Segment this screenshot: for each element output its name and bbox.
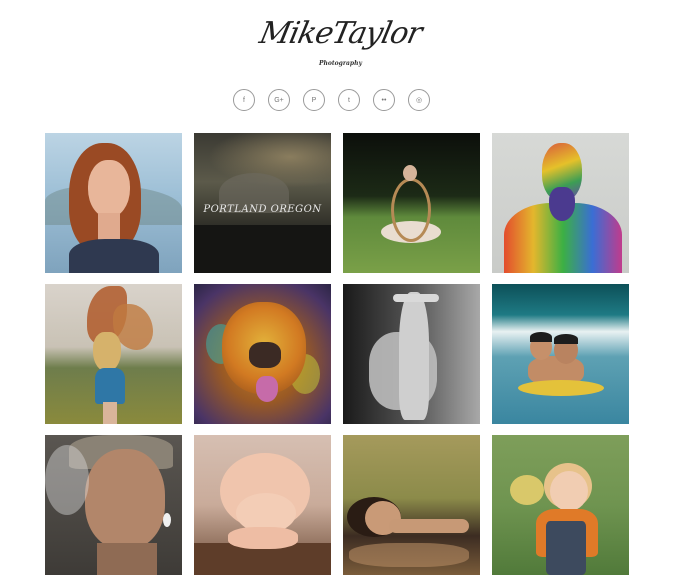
photo-subject: [93, 332, 121, 372]
facebook-icon[interactable]: f: [233, 89, 255, 111]
photo-subject: [389, 519, 469, 533]
gallery-photo-woman-by-water[interactable]: [343, 435, 480, 575]
photo-subject: [103, 402, 117, 424]
gallery-photo-portland[interactable]: PORTLAND OREGON: [194, 133, 331, 273]
photo-background: [45, 445, 89, 515]
photo-subject: [69, 239, 159, 273]
photo-subject: [393, 294, 439, 302]
photo-subject: [549, 187, 575, 221]
gallery-photo-painted-dog[interactable]: [194, 284, 331, 424]
gallery-photo-redhead-portrait[interactable]: [45, 133, 182, 273]
gallery-photo-sleeping-baby[interactable]: [194, 435, 331, 575]
flickr-icon[interactable]: ••: [373, 89, 395, 111]
photo-subject: [85, 449, 165, 549]
photo-subject: [391, 178, 431, 242]
photo-subject: [95, 368, 125, 404]
gallery-photo-butterfly-girl[interactable]: [45, 284, 182, 424]
photo-subject: [256, 376, 278, 402]
photo-caption: PORTLAND OREGON: [203, 204, 322, 215]
gallery-photo-child-flowers[interactable]: [492, 435, 629, 575]
photo-subject: [98, 213, 120, 241]
photo-subject: [510, 475, 544, 505]
dribbble-icon[interactable]: ◎: [408, 89, 430, 111]
photo-subject: [550, 471, 588, 511]
photo-background: [349, 543, 469, 567]
photo-subject: [97, 543, 157, 575]
photo-subject: [554, 334, 578, 344]
photo-subject: [403, 165, 417, 181]
photo-subject: [163, 513, 171, 527]
photo-gallery: PORTLAND OREGON: [45, 133, 629, 575]
twitter-icon[interactable]: t: [338, 89, 360, 111]
gallery-photo-hoop[interactable]: [343, 133, 480, 273]
photo-background: [194, 225, 331, 273]
photo-subject: [546, 521, 586, 575]
pinterest-icon[interactable]: P: [303, 89, 325, 111]
site-logo[interactable]: MikeTaylor: [0, 16, 681, 51]
google-plus-icon[interactable]: G+: [268, 89, 290, 111]
gallery-photo-dancers[interactable]: [343, 284, 480, 424]
photo-subject: [88, 160, 130, 218]
photo-subject: [399, 292, 429, 420]
photo-subject: [530, 332, 552, 342]
gallery-photo-painted-man[interactable]: [492, 133, 629, 273]
photo-subject: [228, 527, 298, 549]
gallery-photo-old-woman[interactable]: [45, 435, 182, 575]
photo-subject: [518, 380, 604, 396]
site-tagline: Photography: [319, 60, 362, 67]
gallery-photo-boys-in-water[interactable]: [492, 284, 629, 424]
photo-subject: [249, 342, 281, 368]
social-links: f G+ P t •• ◎: [233, 89, 430, 111]
